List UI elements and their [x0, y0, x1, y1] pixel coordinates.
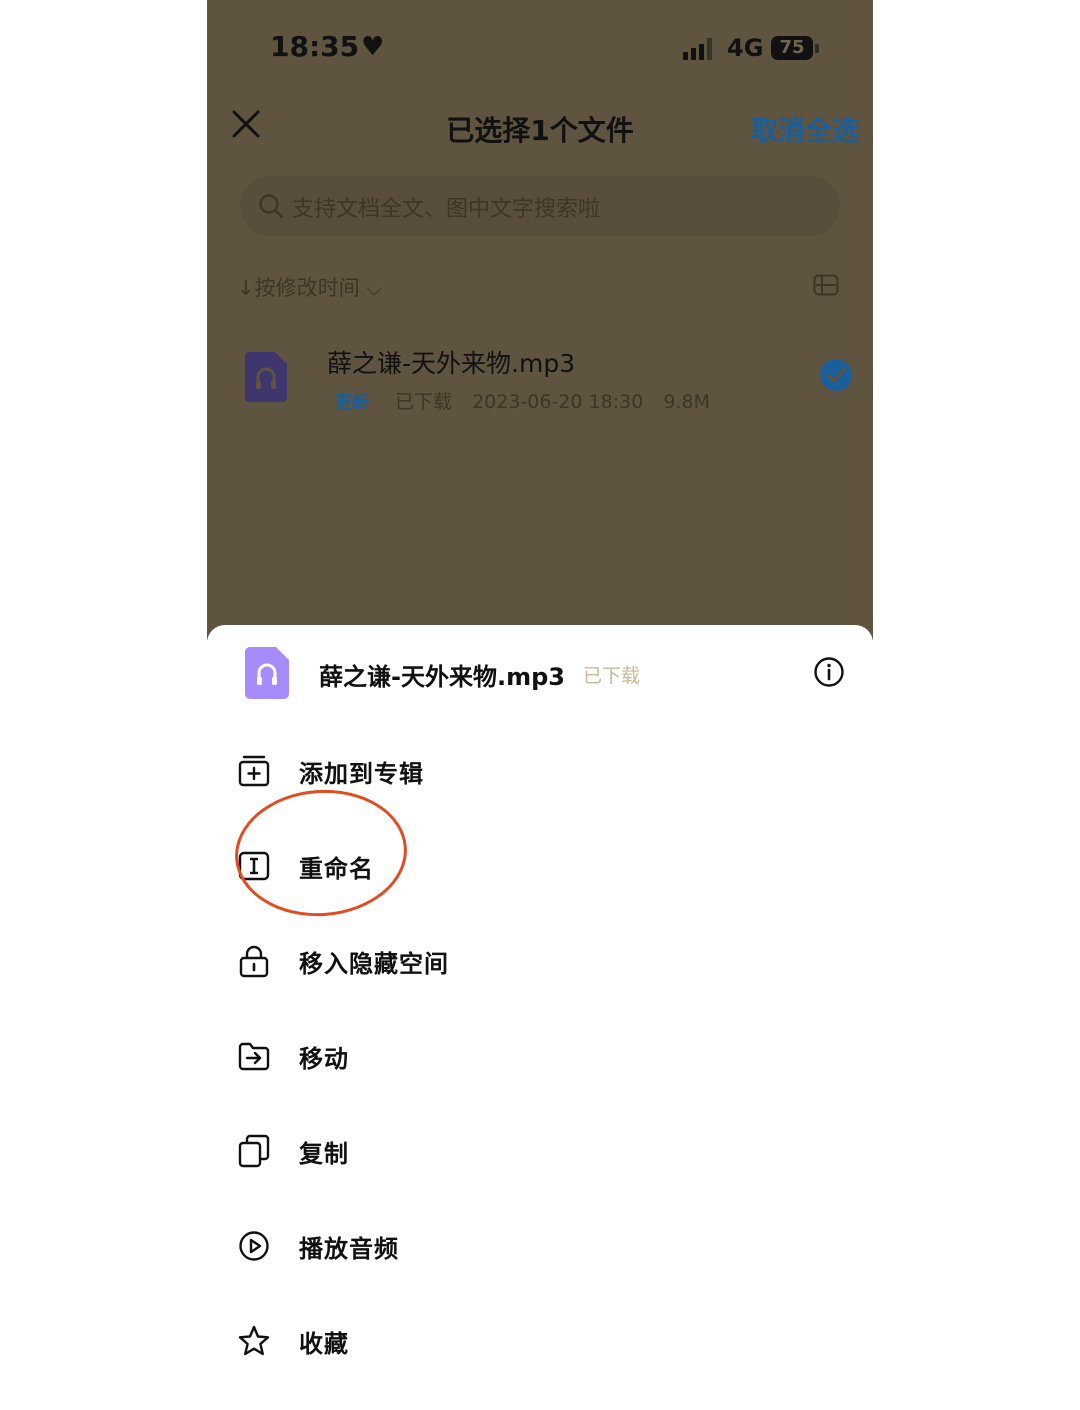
file-name: 薛之谦-天外来物.mp3 — [327, 349, 576, 378]
checked-icon[interactable] — [819, 358, 853, 392]
status-bar: 18:35 ♥ 4G 75 — [207, 0, 873, 95]
menu-item-label: 复制 — [299, 1140, 349, 1168]
signal-icon — [683, 38, 712, 60]
menu-item-favorite[interactable]: 收藏 — [207, 1300, 873, 1380]
menu-item-label: 添加到专辑 — [299, 760, 424, 788]
menu-item-label: 播放音频 — [299, 1235, 399, 1263]
sheet-file-status: 已下载 — [583, 665, 641, 687]
view-toggle-icon[interactable] — [813, 274, 839, 296]
search-input[interactable]: 支持文档全文、图中文字搜索啦 — [240, 176, 840, 236]
status-time: 18:35 — [270, 30, 360, 63]
search-icon — [259, 194, 284, 219]
menu-item-move[interactable]: 移动 — [207, 1015, 873, 1095]
move-folder-icon — [238, 1042, 270, 1071]
menu-item-play-audio[interactable]: 播放音频 — [207, 1205, 873, 1285]
nav-bar: 已选择1个文件 取消全选 — [207, 95, 873, 165]
audio-file-icon — [245, 647, 289, 699]
phone-screen: 18:35 ♥ 4G 75 已选择1个文件 取消全选 支持文档全文、图中文字搜索… — [207, 0, 873, 1410]
menu-item-label: 移入隐藏空间 — [299, 950, 449, 978]
file-status: 已下载 — [395, 391, 453, 413]
menu-item-hidden-space[interactable]: 移入隐藏空间 — [207, 920, 873, 1000]
search-placeholder: 支持文档全文、图中文字搜索啦 — [292, 197, 601, 222]
dimmed-overlay[interactable]: 18:35 ♥ 4G 75 已选择1个文件 取消全选 支持文档全文、图中文字搜索… — [207, 0, 873, 640]
cancel-select-all-button[interactable]: 取消全选 — [751, 109, 859, 148]
file-meta: 已下载 2023-06-20 18:30 9.8M — [395, 387, 724, 414]
menu-item-label: 移动 — [299, 1045, 349, 1073]
audio-file-icon — [245, 352, 287, 402]
menu-item-copy[interactable]: 复制 — [207, 1110, 873, 1190]
sort-dropdown[interactable]: ↓按修改时间 ⌵ — [237, 272, 382, 302]
info-icon[interactable] — [813, 656, 845, 688]
battery-tip — [815, 44, 819, 53]
add-to-album-icon — [238, 755, 270, 787]
copy-icon — [238, 1134, 270, 1168]
play-icon — [239, 1231, 269, 1261]
network-type: 4G — [727, 34, 764, 62]
file-date: 2023-06-20 18:30 — [472, 391, 644, 413]
star-icon — [238, 1325, 270, 1356]
battery-icon: 75 — [771, 36, 813, 60]
update-badge: 更新 — [335, 393, 369, 413]
file-list-item[interactable]: 薛之谦-天外来物.mp3 更新 已下载 2023-06-20 18:30 9.8… — [207, 330, 873, 420]
sheet-file-name: 薛之谦-天外来物.mp3 — [319, 663, 565, 691]
menu-item-label: 收藏 — [299, 1330, 349, 1358]
file-size: 9.8M — [663, 391, 710, 413]
heart-icon: ♥ — [361, 32, 385, 62]
lock-icon — [239, 945, 269, 978]
action-sheet: 薛之谦-天外来物.mp3 已下载 添加到专辑 重命名 移入隐藏空间 移动 复制 … — [207, 625, 873, 1410]
sheet-header: 薛之谦-天外来物.mp3 已下载 — [207, 625, 873, 720]
